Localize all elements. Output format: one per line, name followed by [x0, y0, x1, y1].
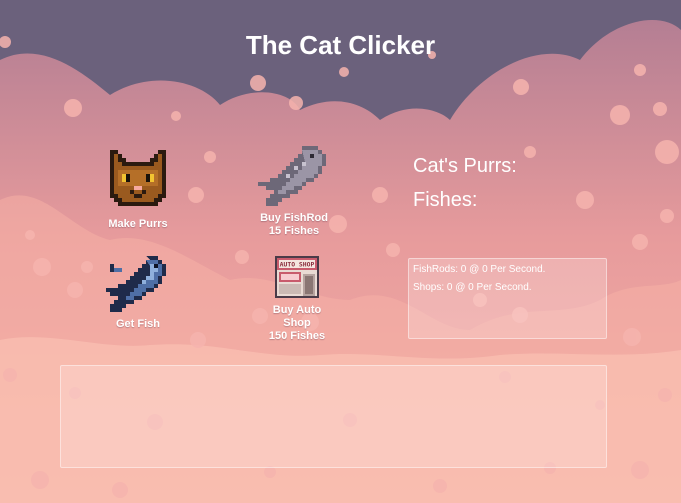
game-title: The Cat Clicker	[245, 30, 436, 60]
buy-auto-shop-label-1: Buy Auto	[272, 304, 322, 316]
rates-panel: FishRods: 0 @ 0 Per Second. Shops: 0 @ 0…	[408, 258, 607, 339]
buy-fishrod-button[interactable]: Buy FishRod 15 Fishes	[246, 146, 342, 238]
buy-auto-shop-button[interactable]: AUTO SHOP Buy Auto Shop 150 Fishes	[248, 256, 346, 343]
shops-rate: Shops: 0 @ 0 Per Second.	[413, 282, 532, 293]
buy-auto-shop-cost: 150 Fishes	[268, 330, 326, 342]
shop-icon: AUTO SHOP	[275, 256, 319, 298]
fishrods-rate: FishRods: 0 @ 0 Per Second.	[413, 264, 546, 275]
bottom-panel	[60, 365, 607, 468]
make-purrs-label: Make Purrs	[108, 218, 168, 230]
get-fish-label: Get Fish	[115, 318, 160, 330]
purrs-counter: Cat's Purrs:	[413, 155, 517, 177]
buy-fishrod-label: Buy FishRod	[260, 212, 328, 224]
fishes-counter: Fishes:	[413, 189, 478, 211]
get-fish-button[interactable]: Get Fish	[96, 256, 180, 331]
fish-icon	[106, 256, 166, 312]
buy-fishrod-cost: 15 Fishes	[268, 225, 320, 237]
cat-face-icon	[110, 150, 166, 206]
svg-text:AUTO SHOP: AUTO SHOP	[280, 261, 315, 269]
buy-auto-shop-label-2: Shop	[283, 317, 311, 329]
grey-fish-icon	[258, 146, 326, 206]
make-purrs-button[interactable]: Make Purrs	[96, 150, 180, 231]
